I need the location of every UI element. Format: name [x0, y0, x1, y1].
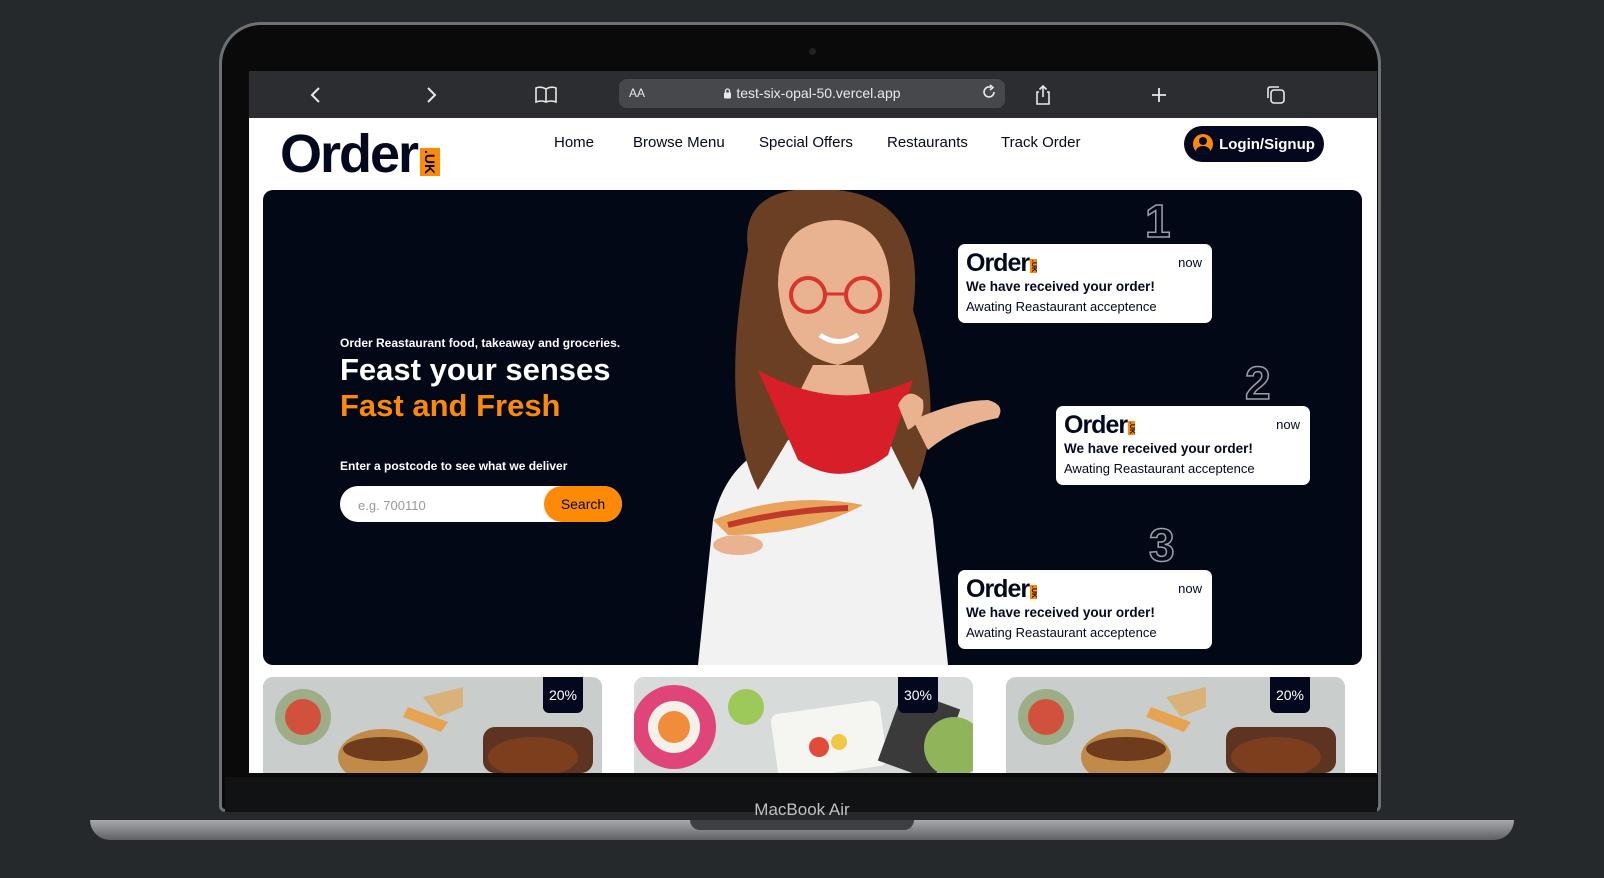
site-header: Order .UK Home Browse Menu Special Offer… — [249, 118, 1377, 190]
book-icon — [535, 86, 557, 104]
logo-tag: .UK — [420, 147, 441, 176]
tabs-icon — [1267, 86, 1285, 104]
reload-icon — [983, 84, 995, 98]
notification-time: now — [1178, 255, 1202, 270]
forward-button[interactable] — [417, 81, 445, 109]
tabs-overview-button[interactable] — [1262, 81, 1290, 109]
notification-message: We have received your order! — [966, 605, 1155, 620]
lock-icon — [724, 88, 732, 99]
camera — [809, 48, 816, 55]
notification-status: Awating Reastaurant acceptence — [966, 299, 1157, 314]
discount-badge: 30% — [898, 677, 938, 713]
share-icon — [1036, 84, 1050, 105]
chevron-left-icon — [310, 87, 320, 103]
login-label: Login/Signup — [1219, 135, 1315, 153]
step-number-1: 1 — [1144, 195, 1171, 247]
laptop-notch — [690, 820, 914, 830]
postcode-label: Enter a postcode to see what we deliver — [340, 459, 568, 473]
nav-special-offers[interactable]: Special Offers — [759, 134, 853, 151]
notification-logo-word: Order — [1064, 411, 1128, 439]
notification-logo-tag: .UK — [1030, 258, 1038, 273]
reload-button[interactable] — [981, 84, 997, 103]
woman-holding-pizza-image — [698, 190, 1001, 665]
url-value: test-six-opal-50.vercel.app — [736, 85, 901, 101]
share-button[interactable] — [1029, 81, 1057, 109]
notification-logo-tag: .UK — [1128, 420, 1136, 435]
hero-banner: Order Reastaurant food, takeaway and gro… — [263, 190, 1362, 665]
hero-tagline: Order Reastaurant food, takeaway and gro… — [340, 336, 621, 350]
offer-card[interactable]: 20% — [1006, 677, 1345, 773]
offer-card[interactable]: 30% — [634, 677, 973, 773]
hero-subtitle: Fast and Fresh — [340, 388, 561, 423]
notification-time: now — [1178, 581, 1202, 596]
postcode-search: Search — [340, 486, 622, 524]
site-logo[interactable]: Order .UK — [280, 124, 441, 184]
url-text: test-six-opal-50.vercel.app — [619, 85, 1005, 101]
notification-logo-word: Order — [966, 249, 1030, 277]
order-notification-3: Order .UK now We have received your orde… — [958, 570, 1212, 649]
notification-message: We have received your order! — [1064, 441, 1253, 456]
new-tab-button[interactable] — [1145, 81, 1173, 109]
chevron-right-icon — [427, 87, 437, 103]
discount-badge: 20% — [543, 677, 583, 713]
notification-status: Awating Reastaurant acceptence — [1064, 461, 1255, 476]
notification-logo: Order .UK — [966, 576, 1204, 602]
plus-icon — [1152, 88, 1166, 102]
nav-home[interactable]: Home — [554, 134, 594, 151]
address-bar[interactable]: AA test-six-opal-50.vercel.app — [619, 79, 1005, 108]
screen: AA test-six-opal-50.vercel.app Order .UK… — [249, 71, 1377, 773]
notification-message: We have received your order! — [966, 279, 1155, 294]
notification-logo-tag: .UK — [1030, 584, 1038, 599]
order-notification-2: Order .UK now We have received your orde… — [1056, 406, 1310, 485]
postcode-input[interactable] — [356, 486, 540, 524]
notification-logo: Order .UK — [966, 250, 1204, 276]
back-button[interactable] — [302, 81, 330, 109]
hero-title: Feast your senses — [340, 352, 611, 387]
bookmarks-button[interactable] — [532, 81, 560, 109]
notification-time: now — [1276, 417, 1300, 432]
order-notification-1: Order .UK now We have received your orde… — [958, 244, 1212, 323]
user-icon — [1193, 134, 1214, 154]
logo-word: Order — [280, 124, 419, 184]
notification-status: Awating Reastaurant acceptence — [966, 625, 1157, 640]
offer-card[interactable]: 20% — [263, 677, 602, 773]
step-number-2: 2 — [1244, 357, 1271, 409]
search-button[interactable]: Search — [544, 486, 622, 522]
browser-toolbar: AA test-six-opal-50.vercel.app — [249, 71, 1377, 118]
device-label: MacBook Air — [754, 800, 850, 819]
nav-browse-menu[interactable]: Browse Menu — [633, 134, 725, 151]
notification-logo: Order .UK — [1064, 412, 1302, 438]
nav-restaurants[interactable]: Restaurants — [887, 134, 968, 151]
notification-logo-word: Order — [966, 575, 1030, 603]
nav-track-order[interactable]: Track Order — [1001, 134, 1080, 151]
step-number-3: 3 — [1148, 519, 1175, 571]
login-signup-button[interactable]: Login/Signup — [1184, 126, 1324, 162]
discount-badge: 20% — [1270, 677, 1310, 713]
